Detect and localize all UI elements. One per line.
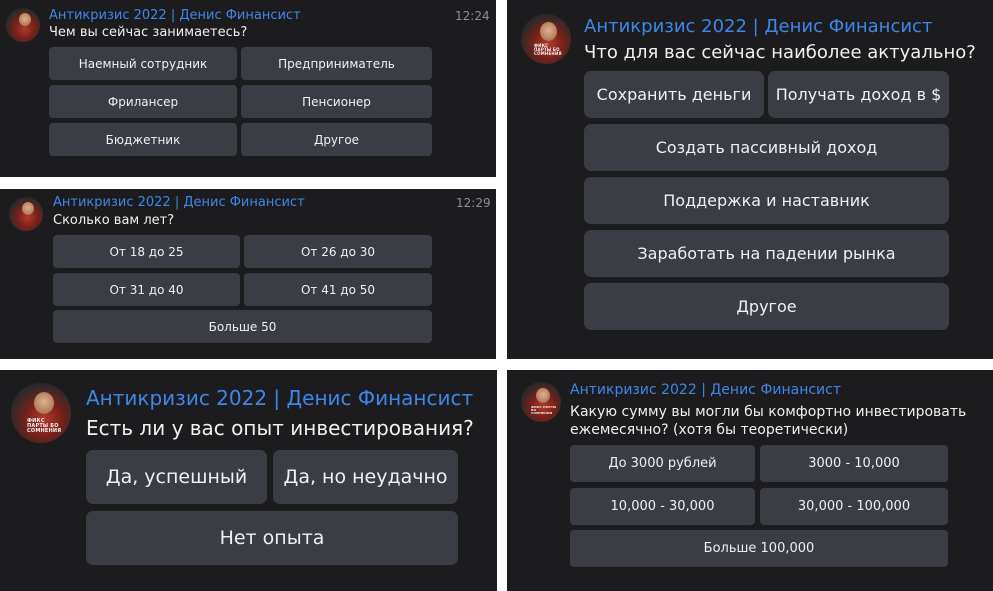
poll-message-priority: ФИКС ПАРТЫ БО СОМНЕНИЯ Антикризис 2022 |… xyxy=(507,0,993,359)
poll-message-age: Антикризис 2022 | Денис Финансист Скольк… xyxy=(0,189,496,359)
answer-button-freelancer[interactable]: Фрилансер xyxy=(49,85,237,118)
poll-message-occupation: Антикризис 2022 | Денис Финансист Чем вы… xyxy=(0,0,496,177)
answer-button-41-50[interactable]: От 41 до 50 xyxy=(244,273,432,306)
answer-button-public-sector[interactable]: Бюджетник xyxy=(49,123,237,156)
poll-message-experience: ФИКС ПАРТЫ БО СОМНЕНИЯ Антикризис 2022 |… xyxy=(0,370,497,591)
avatar-caption: ФИКС ПАРТЫ БО СОМНЕНИЯ xyxy=(531,405,557,415)
answer-button-31-40[interactable]: От 31 до 40 xyxy=(53,273,240,306)
avatar-face xyxy=(540,22,557,41)
answer-button-30000-100000[interactable]: 30,000 - 100,000 xyxy=(760,488,948,525)
chat-title[interactable]: Антикризис 2022 | Денис Финансист xyxy=(53,195,305,210)
answer-button-pensioner[interactable]: Пенсионер xyxy=(241,85,432,118)
poll-message-amount: ФИКС ПАРТЫ БО СОМНЕНИЯ Антикризис 2022 |… xyxy=(507,370,993,591)
answer-button-income-usd[interactable]: Получать доход в $ xyxy=(768,71,949,118)
answer-button-market-drop[interactable]: Заработать на падении рынка xyxy=(584,230,949,277)
answer-button-entrepreneur[interactable]: Предприниматель xyxy=(241,47,432,80)
answer-button-over-50[interactable]: Больше 50 xyxy=(53,310,432,343)
question-text: Сколько вам лет? xyxy=(53,213,175,228)
avatar-caption: ФИКС ПАРТЫ БО СОМНЕНИЯ xyxy=(534,43,562,56)
chat-title[interactable]: Антикризис 2022 | Денис Финансист xyxy=(584,16,932,37)
answer-button-other[interactable]: Другое xyxy=(584,283,949,330)
bot-avatar[interactable] xyxy=(9,197,43,231)
chat-title[interactable]: Антикризис 2022 | Денис Финансист xyxy=(570,382,841,398)
answer-button-passive-income[interactable]: Создать пассивный доход xyxy=(584,124,949,171)
answer-button-save-money[interactable]: Сохранить деньги xyxy=(584,71,764,118)
chat-title[interactable]: Антикризис 2022 | Денис Финансист xyxy=(49,8,301,23)
chat-title[interactable]: Антикризис 2022 | Денис Финансист xyxy=(86,386,473,410)
avatar-face xyxy=(22,202,34,215)
answer-button-10000-30000[interactable]: 10,000 - 30,000 xyxy=(570,488,755,525)
answer-button-26-30[interactable]: От 26 до 30 xyxy=(244,235,432,268)
answer-button-employee[interactable]: Наемный сотрудник xyxy=(49,47,237,80)
question-text: Что для вас сейчас наиболее актуально? xyxy=(584,42,976,63)
bot-avatar[interactable]: ФИКС ПАРТЫ БО СОМНЕНИЯ xyxy=(11,383,71,443)
question-text: Есть ли у вас опыт инвестирования? xyxy=(86,416,474,440)
message-time: 12:24 xyxy=(455,9,490,23)
bot-avatar[interactable] xyxy=(6,8,40,42)
answer-button-18-25[interactable]: От 18 до 25 xyxy=(53,235,240,268)
avatar-face xyxy=(34,392,54,414)
answer-button-yes-failed[interactable]: Да, но неудачно xyxy=(273,450,458,504)
bot-avatar[interactable]: ФИКС ПАРТЫ БО СОМНЕНИЯ xyxy=(521,14,571,64)
avatar-face xyxy=(536,388,550,403)
message-time: 12:29 xyxy=(456,196,491,210)
bot-avatar[interactable]: ФИКС ПАРТЫ БО СОМНЕНИЯ xyxy=(521,382,561,422)
answer-button-other[interactable]: Другое xyxy=(241,123,432,156)
answer-button-no-experience[interactable]: Нет опыта xyxy=(86,511,458,565)
answer-button-mentor[interactable]: Поддержка и наставник xyxy=(584,177,949,224)
question-text: Чем вы сейчас занимаетесь? xyxy=(49,25,248,40)
avatar-face xyxy=(19,13,31,26)
answer-button-under-3000[interactable]: До 3000 рублей xyxy=(570,445,755,482)
answer-button-yes-success[interactable]: Да, успешный xyxy=(86,450,267,504)
avatar-caption: ФИКС ПАРТЫ БО СОМНЕНИЯ xyxy=(27,418,62,434)
question-text: Какую сумму вы могли бы комфортно инвест… xyxy=(570,404,967,438)
answer-button-over-100000[interactable]: Больше 100,000 xyxy=(570,530,948,567)
answer-button-3000-10000[interactable]: 3000 - 10,000 xyxy=(760,445,948,482)
